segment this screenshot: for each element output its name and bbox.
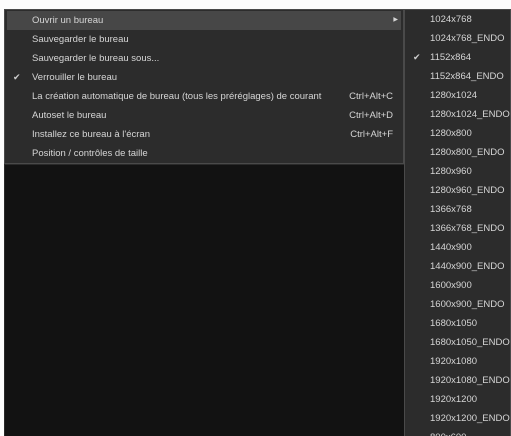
submenu-item-resolution[interactable]: 1920x1080 bbox=[405, 352, 510, 371]
submenu-item-label: 1680x1050_ENDO bbox=[430, 337, 510, 348]
menu-item-label: Sauvegarder le bureau sous... bbox=[32, 53, 160, 64]
submenu-item-label: 1152x864_ENDO bbox=[430, 71, 504, 82]
menu-item-position-size-controls[interactable]: Position / contrôles de taille bbox=[5, 144, 403, 163]
submenu-item-label: 1280x800 bbox=[430, 128, 472, 139]
menu-item-fit-desktop-to-screen[interactable]: Installez ce bureau à l'écran Ctrl+Alt+F bbox=[5, 125, 403, 144]
submenu-item-label: 1024x768 bbox=[430, 14, 472, 25]
submenu-item-label: 1280x960 bbox=[430, 166, 472, 177]
submenu-item-resolution[interactable]: 800x600 bbox=[405, 428, 510, 436]
submenu-item-label: 1280x960_ENDO bbox=[430, 185, 505, 196]
menu-item-shortcut: Ctrl+Alt+C bbox=[349, 91, 393, 102]
submenu-item-label: 1280x1024 bbox=[430, 90, 478, 101]
submenu-item-resolution[interactable]: 1280x1024 bbox=[405, 86, 510, 105]
menu-item-label: Verrouiller le bureau bbox=[32, 72, 118, 83]
submenu-item-resolution[interactable]: 1280x800 bbox=[405, 124, 510, 143]
menu-item-shortcut: Ctrl+Alt+D bbox=[349, 110, 393, 121]
submenu-item-label: 1920x1080_ENDO bbox=[430, 375, 510, 386]
menu-item-save-desktop-as[interactable]: Sauvegarder le bureau sous... bbox=[5, 49, 403, 68]
submenu-item-resolution[interactable]: ✔ 1152x864 bbox=[405, 48, 510, 67]
menu-item-shortcut: Ctrl+Alt+F bbox=[350, 129, 393, 140]
checkmark-icon: ✔ bbox=[13, 72, 21, 82]
submenu-item-label: 1152x864 bbox=[430, 52, 472, 63]
submenu-item-resolution[interactable]: 1280x960_ENDO bbox=[405, 181, 510, 200]
submenu-item-label: 1680x1050 bbox=[430, 318, 478, 329]
submenu-item-label: 1280x800_ENDO bbox=[430, 147, 505, 158]
submenu-item-label: 800x600 bbox=[430, 432, 466, 436]
submenu-item-resolution[interactable]: 1440x900_ENDO bbox=[405, 257, 510, 276]
screen: Ouvrir un bureau ▶ Sauvegarder le bureau… bbox=[0, 0, 511, 436]
submenu-item-resolution[interactable]: 1024x768 bbox=[405, 10, 510, 29]
checkmark-icon: ✔ bbox=[413, 52, 421, 62]
menu-item-label: Sauvegarder le bureau bbox=[32, 34, 129, 45]
submenu-item-label: 1440x900 bbox=[430, 242, 472, 253]
submenu-item-label: 1366x768_ENDO bbox=[430, 223, 505, 234]
submenu-item-resolution[interactable]: 1152x864_ENDO bbox=[405, 67, 510, 86]
submenu-item-resolution[interactable]: 1440x900 bbox=[405, 238, 510, 257]
menu-item-open-desktop[interactable]: Ouvrir un bureau ▶ bbox=[7, 11, 401, 30]
open-desktop-submenu: 1024x768 1024x768_ENDO ✔ 1152x864 1152x86… bbox=[404, 9, 511, 436]
menu-item-autoset-desktop[interactable]: Autoset le bureau Ctrl+Alt+D bbox=[5, 106, 403, 125]
submenu-item-label: 1024x768_ENDO bbox=[430, 33, 505, 44]
submenu-item-resolution[interactable]: 1600x900_ENDO bbox=[405, 295, 510, 314]
submenu-item-resolution[interactable]: 1920x1200_ENDO bbox=[405, 409, 510, 428]
submenu-item-label: 1920x1200 bbox=[430, 394, 478, 405]
triangle-right-icon: ▶ bbox=[393, 17, 398, 23]
menu-item-label: Autoset le bureau bbox=[32, 110, 107, 121]
menu-item-label: Installez ce bureau à l'écran bbox=[32, 129, 150, 140]
submenu-item-resolution[interactable]: 1280x1024_ENDO bbox=[405, 105, 510, 124]
workspace-area bbox=[4, 164, 405, 436]
menu-item-label: Ouvrir un bureau bbox=[32, 15, 104, 26]
submenu-item-label: 1600x900 bbox=[430, 280, 472, 291]
submenu-item-resolution[interactable]: 1600x900 bbox=[405, 276, 510, 295]
menu-item-save-desktop[interactable]: Sauvegarder le bureau bbox=[5, 30, 403, 49]
submenu-item-label: 1920x1080 bbox=[430, 356, 478, 367]
submenu-item-label: 1920x1200_ENDO bbox=[430, 413, 510, 424]
submenu-item-resolution[interactable]: 1680x1050_ENDO bbox=[405, 333, 510, 352]
submenu-item-label: 1600x900_ENDO bbox=[430, 299, 505, 310]
submenu-item-label: 1280x1024_ENDO bbox=[430, 109, 510, 120]
desktop-menu: Ouvrir un bureau ▶ Sauvegarder le bureau… bbox=[4, 9, 404, 164]
menu-item-label: Position / contrôles de taille bbox=[32, 148, 148, 159]
submenu-item-label: 1366x768 bbox=[430, 204, 472, 215]
submenu-item-resolution[interactable]: 1680x1050 bbox=[405, 314, 510, 333]
submenu-item-label: 1440x900_ENDO bbox=[430, 261, 505, 272]
submenu-item-resolution[interactable]: 1366x768 bbox=[405, 200, 510, 219]
submenu-item-resolution[interactable]: 1366x768_ENDO bbox=[405, 219, 510, 238]
submenu-item-resolution[interactable]: 1920x1200 bbox=[405, 390, 510, 409]
submenu-item-resolution[interactable]: 1024x768_ENDO bbox=[405, 29, 510, 48]
submenu-item-resolution[interactable]: 1920x1080_ENDO bbox=[405, 371, 510, 390]
submenu-item-resolution[interactable]: 1280x800_ENDO bbox=[405, 143, 510, 162]
menu-item-auto-create-desktop[interactable]: La création automatique de bureau (tous … bbox=[5, 87, 403, 106]
submenu-item-resolution[interactable]: 1280x960 bbox=[405, 162, 510, 181]
menu-item-lock-desktop[interactable]: ✔ Verrouiller le bureau bbox=[5, 68, 403, 87]
menu-item-label: La création automatique de bureau (tous … bbox=[32, 91, 322, 102]
